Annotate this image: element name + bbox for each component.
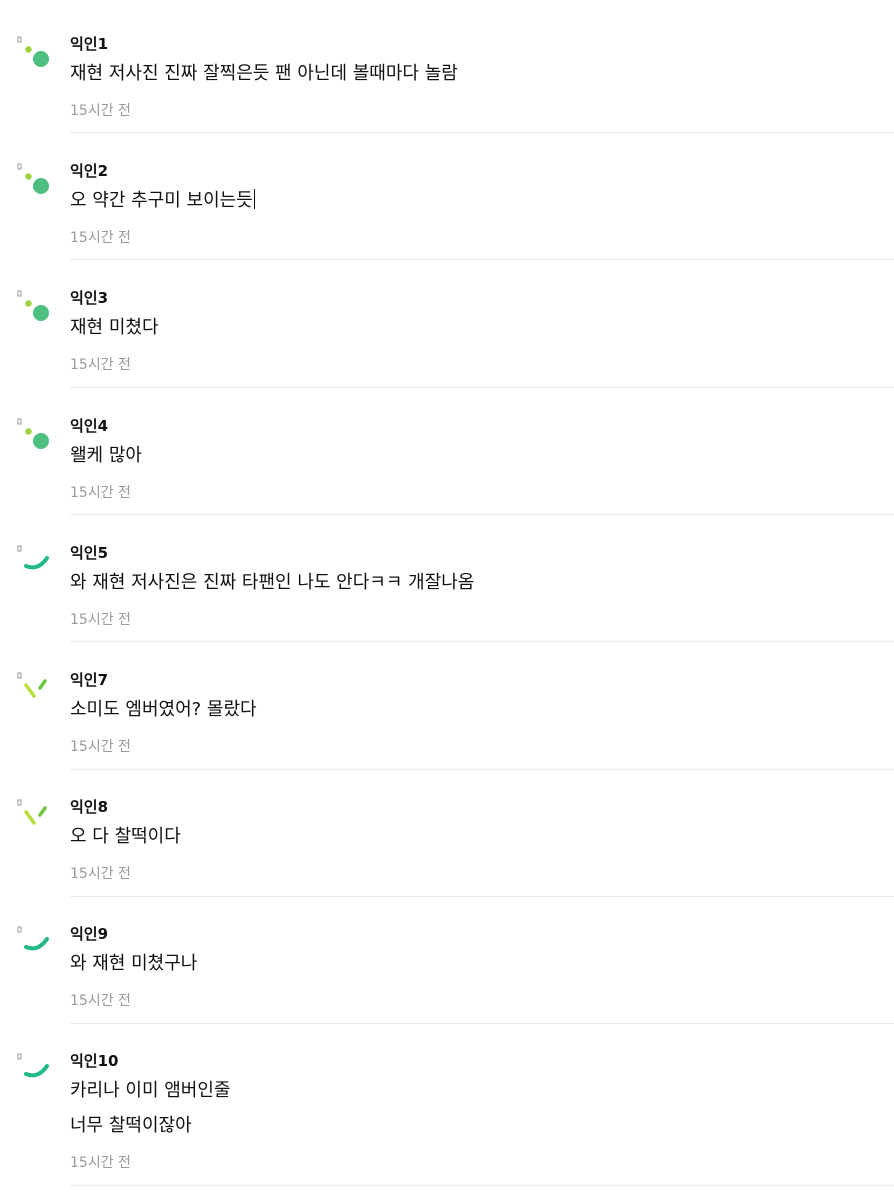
comment-text: 와 재현 미쳤구나 <box>70 953 198 974</box>
comment-author[interactable]: 익인5 <box>70 543 108 563</box>
dashes-icon[interactable] <box>14 670 54 710</box>
text-cursor <box>253 189 255 209</box>
comment-author[interactable]: 익인9 <box>70 924 108 944</box>
comment-text: 카리나 이미 앰버인줄 <box>70 1080 231 1101</box>
comment-time: 15시간 전 <box>70 612 131 628</box>
divider <box>70 769 894 770</box>
comment-author[interactable]: 익인7 <box>70 670 108 690</box>
divider <box>70 641 894 642</box>
divider <box>70 896 894 897</box>
comment-text: 왤케 많아 <box>70 445 142 466</box>
dots-icon[interactable] <box>14 161 54 201</box>
divider <box>70 1023 894 1024</box>
comment-text: 오 약간 추구미 보이는듯 <box>70 189 255 213</box>
comment-author[interactable]: 익인2 <box>70 161 108 181</box>
arc-icon[interactable] <box>14 924 54 964</box>
comment-time: 15시간 전 <box>70 357 131 373</box>
comment-time: 15시간 전 <box>70 993 131 1009</box>
comment-time: 15시간 전 <box>70 230 131 246</box>
comment-text: 오 다 찰떡이다 <box>70 826 181 847</box>
comment-author[interactable]: 익인10 <box>70 1051 118 1071</box>
dots-icon[interactable] <box>14 288 54 328</box>
arc-icon[interactable] <box>14 543 54 583</box>
comment-author[interactable]: 익인1 <box>70 34 108 54</box>
comment-time: 15시간 전 <box>70 103 131 119</box>
comment-text: 재현 저사진 진짜 잘찍은듯 팬 아닌데 볼때마다 놀람 <box>70 63 458 84</box>
dots-icon[interactable] <box>14 416 54 456</box>
comment-author[interactable]: 익인4 <box>70 416 108 436</box>
arc-icon[interactable] <box>14 1051 54 1091</box>
comment-text: 너무 찰떡이잖아 <box>70 1115 192 1136</box>
divider <box>70 1185 894 1186</box>
divider <box>70 259 894 260</box>
dashes-icon[interactable] <box>14 797 54 837</box>
comment-time: 15시간 전 <box>70 739 131 755</box>
comment-text: 와 재현 저사진은 진짜 타팬인 나도 안다ㅋㅋ 개잘나옴 <box>70 572 475 593</box>
dots-icon[interactable] <box>14 34 54 74</box>
comment-text: 재현 미쳤다 <box>70 317 159 338</box>
comment-text: 소미도 엠버였어? 몰랐다 <box>70 699 257 720</box>
divider <box>70 387 894 388</box>
comment-author[interactable]: 익인8 <box>70 797 108 817</box>
comment-time: 15시간 전 <box>70 485 131 501</box>
divider <box>70 132 894 133</box>
comment-time: 15시간 전 <box>70 866 131 882</box>
divider <box>70 514 894 515</box>
comment-text-content: 오 약간 추구미 보이는듯 <box>70 190 253 211</box>
comment-time: 15시간 전 <box>70 1155 131 1171</box>
comment-author[interactable]: 익인3 <box>70 288 108 308</box>
